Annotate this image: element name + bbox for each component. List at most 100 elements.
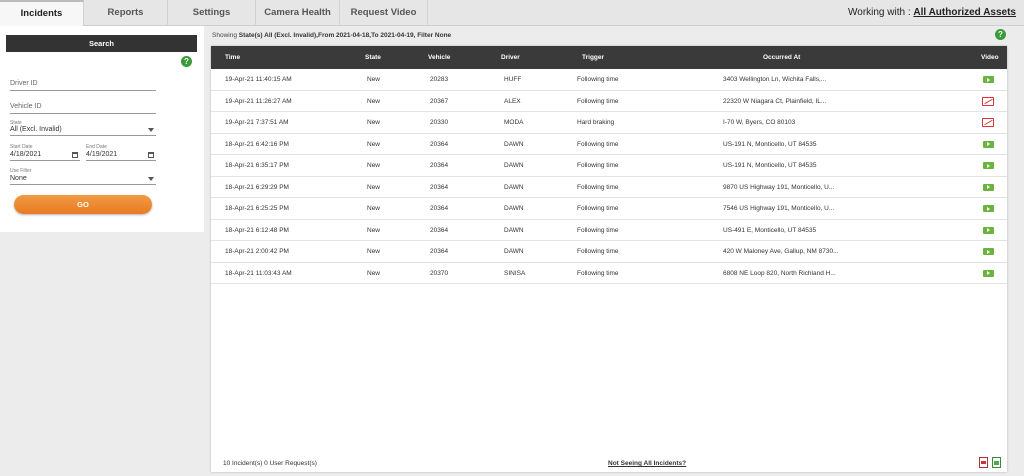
cell-occurred-at: US-191 N, Monticello, UT 84535 xyxy=(723,162,817,169)
cell-vehicle: 20364 xyxy=(430,205,449,212)
cell-time: 18-Apr-21 6:25:25 PM xyxy=(225,205,289,212)
cell-driver: MODA xyxy=(504,119,524,126)
cell-trigger: Following time xyxy=(577,97,619,105)
play-video-icon[interactable] xyxy=(983,183,994,191)
cell-driver: DAWN xyxy=(504,183,524,191)
cell-time: 18-Apr-21 11:03:43 AM xyxy=(225,269,292,277)
cell-state: New xyxy=(367,269,381,277)
cell-occurred-at: US-191 N, Monticello, UT 84535 xyxy=(723,140,817,148)
cell-driver: DAWN xyxy=(504,248,524,255)
cell-occurred-at: 6808 NE Loop 820, North Richland H... xyxy=(723,269,836,277)
no-video-icon[interactable] xyxy=(982,118,994,127)
showing-prefix: Showing xyxy=(212,32,239,39)
cell-state: New xyxy=(367,119,381,126)
header-state[interactable]: State xyxy=(365,46,381,69)
tab-incidents[interactable]: Incidents xyxy=(0,0,84,26)
chevron-down-icon xyxy=(148,128,154,132)
excel-export-icon[interactable] xyxy=(992,457,1001,468)
not-seeing-incidents-link[interactable]: Not Seeing All Incidents? xyxy=(608,460,686,467)
header-occurred-at[interactable]: Occurred At xyxy=(763,46,800,69)
state-select[interactable]: All (Excl. Invalid) xyxy=(10,126,156,136)
table-row[interactable]: 19-Apr-21 7:37:51 AM New 20330 MODA Hard bra… xyxy=(211,112,1007,134)
cell-time: 18-Apr-21 6:42:16 PM xyxy=(225,140,289,148)
cell-occurred-at: US-491 E, Monticello, UT 84535 xyxy=(723,226,817,234)
help-icon[interactable]: ? xyxy=(181,56,192,67)
table-row[interactable]: 18-Apr-21 2:00:42 PM New 20364 DAWN Followin… xyxy=(211,241,1007,263)
calendar-icon[interactable] xyxy=(148,152,154,158)
calendar-icon[interactable] xyxy=(72,152,78,158)
cell-vehicle: 20364 xyxy=(430,140,449,148)
table-row[interactable]: 18-Apr-21 11:03:43 AM New 20370 SINISA Follo… xyxy=(211,263,1007,284)
play-video-icon[interactable] xyxy=(983,226,994,234)
cell-time: 19-Apr-21 7:37:51 AM xyxy=(225,119,289,126)
help-icon[interactable]: ? xyxy=(995,29,1006,40)
play-video-icon[interactable] xyxy=(983,140,994,148)
cell-occurred-at: 420 W Maloney Ave, Gallup, NM 8730... xyxy=(723,248,839,255)
cell-time: 18-Apr-21 2:00:42 PM xyxy=(225,248,289,255)
search-header: Search xyxy=(6,35,197,52)
table-row[interactable]: 19-Apr-21 11:40:15 AM New 20283 HUFF Followi… xyxy=(211,69,1007,91)
cell-occurred-at: 3403 Wellington Ln, Wichita Falls,... xyxy=(723,76,827,83)
header-vehicle[interactable]: Vehicle xyxy=(428,46,450,69)
tab-request-video[interactable]: Request Video xyxy=(340,0,428,26)
start-date-value: 4/18/2021 xyxy=(10,151,42,158)
filter-value: None xyxy=(10,175,27,182)
filter-select[interactable]: None xyxy=(10,175,156,185)
go-button[interactable]: GO xyxy=(14,195,152,214)
table-row[interactable]: 18-Apr-21 6:12:48 PM New 20364 DAWN Followin… xyxy=(211,220,1007,241)
cell-state: New xyxy=(367,248,381,255)
cell-driver: DAWN xyxy=(504,162,524,169)
cell-time: 18-Apr-21 6:12:48 PM xyxy=(225,226,289,234)
pdf-export-icon[interactable] xyxy=(979,457,988,468)
start-date-input[interactable]: 4/18/2021 xyxy=(10,151,80,161)
cell-vehicle: 20364 xyxy=(430,248,449,255)
table-row[interactable]: 18-Apr-21 6:29:29 PM New 20364 DAWN Followin… xyxy=(211,177,1007,198)
cell-occurred-at: I-70 W, Byers, CO 80103 xyxy=(723,119,796,126)
header-time[interactable]: Time xyxy=(225,46,240,69)
header-video: Video xyxy=(981,54,999,61)
table-row[interactable]: 18-Apr-21 6:25:25 PM New 20364 DAWN Followin… xyxy=(211,198,1007,220)
driver-id-placeholder: Driver ID xyxy=(10,80,38,87)
working-with-assets-link[interactable]: All Authorized Assets xyxy=(913,7,1016,18)
cell-state: New xyxy=(367,162,381,169)
working-with-label: Working with : xyxy=(848,7,914,18)
cell-occurred-at: 7546 US Highway 191, Monticello, U... xyxy=(723,205,835,212)
end-date-value: 4/19/2021 xyxy=(86,151,118,158)
cell-vehicle: 20330 xyxy=(430,119,449,126)
cell-trigger: Following time xyxy=(577,76,619,83)
cell-driver: HUFF xyxy=(504,76,522,83)
table-row[interactable]: 19-Apr-21 11:26:27 AM New 20367 ALEX Followi… xyxy=(211,91,1007,112)
cell-vehicle: 20367 xyxy=(430,97,449,105)
play-video-icon[interactable] xyxy=(983,76,994,83)
cell-vehicle: 20364 xyxy=(430,162,449,169)
cell-trigger: Following time xyxy=(577,140,619,148)
cell-occurred-at: 22320 W Niagara Ct, Plainfield, IL... xyxy=(723,97,827,105)
cell-driver: DAWN xyxy=(504,226,524,234)
showing-summary: Showing State(s) All (Excl. Invalid),Fro… xyxy=(212,32,451,39)
play-video-icon[interactable] xyxy=(983,248,994,255)
incidents-table: Time State Vehicle Driver Trigger Occurr… xyxy=(211,46,1007,472)
header-trigger[interactable]: Trigger xyxy=(582,46,604,69)
play-video-icon[interactable] xyxy=(983,162,994,169)
table-row[interactable]: 18-Apr-21 6:42:16 PM New 20364 DAWN Followin… xyxy=(211,134,1007,155)
tab-reports[interactable]: Reports xyxy=(84,0,168,26)
play-video-icon[interactable] xyxy=(983,205,994,212)
vehicle-id-input[interactable]: Vehicle ID xyxy=(10,103,156,114)
driver-id-input[interactable]: Driver ID xyxy=(10,80,156,91)
cell-vehicle: 20283 xyxy=(430,76,449,83)
no-video-icon[interactable] xyxy=(982,96,994,106)
cell-trigger: Following time xyxy=(577,269,619,277)
play-video-icon[interactable] xyxy=(983,269,994,277)
tab-camera-health[interactable]: Camera Health xyxy=(256,0,340,26)
incident-count: 10 Incident(s) 0 User Request(s) xyxy=(223,460,317,467)
end-date-input[interactable]: 4/19/2021 xyxy=(86,151,156,161)
tab-settings[interactable]: Settings xyxy=(168,0,256,26)
cell-state: New xyxy=(367,205,381,212)
cell-vehicle: 20364 xyxy=(430,183,449,191)
cell-trigger: Following time xyxy=(577,205,619,212)
cell-state: New xyxy=(367,183,381,191)
search-panel: Search ? Driver ID Vehicle ID State All … xyxy=(0,26,204,232)
cell-state: New xyxy=(367,226,381,234)
table-row[interactable]: 18-Apr-21 6:35:17 PM New 20364 DAWN Followin… xyxy=(211,155,1007,177)
header-driver[interactable]: Driver xyxy=(501,46,520,69)
